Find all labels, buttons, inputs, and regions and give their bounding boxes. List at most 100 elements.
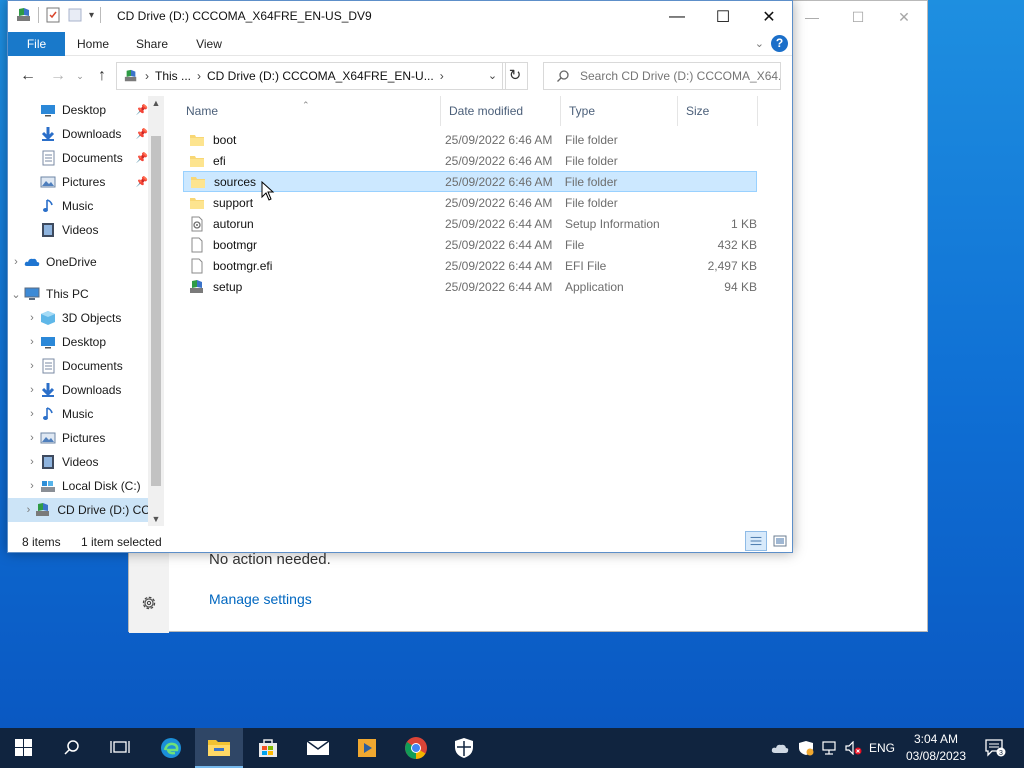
notification-center-button[interactable]: 3 xyxy=(980,728,1010,768)
language-indicator[interactable]: ENG xyxy=(866,728,898,768)
expand-icon[interactable]: › xyxy=(24,360,40,372)
breadcrumb-this-pc[interactable]: This ... xyxy=(155,69,191,83)
manage-settings-link[interactable]: Manage settings xyxy=(209,591,312,607)
tab-file[interactable]: File xyxy=(8,32,65,56)
forward-button[interactable]: → xyxy=(48,66,68,86)
nav-scrollbar[interactable]: ▲ ▼ xyxy=(148,96,164,526)
gear-icon[interactable] xyxy=(140,594,158,612)
nav-item-pc-desktop[interactable]: › Desktop xyxy=(8,330,150,354)
file-type: Setup Information xyxy=(565,216,660,231)
network-tray-icon[interactable] xyxy=(820,728,840,768)
tab-view[interactable]: View xyxy=(190,32,228,56)
nav-item-pc-videos[interactable]: › Videos xyxy=(8,450,150,474)
task-view-button[interactable] xyxy=(96,728,144,768)
nav-item-3d-objects[interactable]: › 3D Objects xyxy=(8,306,150,330)
chevron-right-icon[interactable]: › xyxy=(145,69,149,83)
nav-item-local-disk[interactable]: › Local Disk (C:) xyxy=(8,474,150,498)
onedrive-tray-icon[interactable] xyxy=(770,728,790,768)
taskbar-store[interactable] xyxy=(244,728,292,768)
expand-icon[interactable]: › xyxy=(24,480,40,492)
expand-icon[interactable]: › xyxy=(24,336,40,348)
file-row-boot[interactable]: boot 25/09/2022 6:46 AM File folder xyxy=(183,129,757,150)
nav-item-music[interactable]: Music xyxy=(8,194,150,218)
breadcrumb-cd-drive[interactable]: CD Drive (D:) CCCOMA_X64FRE_EN-U... xyxy=(207,69,434,83)
expand-icon[interactable]: › xyxy=(22,504,36,516)
expand-icon[interactable]: › xyxy=(24,456,40,468)
scroll-up-icon[interactable]: ▲ xyxy=(148,98,164,108)
title-bar[interactable]: ▾ CD Drive (D:) CCCOMA_X64FRE_EN-US_DV9 … xyxy=(8,1,792,32)
details-view-icon[interactable] xyxy=(745,531,767,551)
search-input[interactable] xyxy=(580,69,780,83)
file-row-bootmgr-efi[interactable]: bootmgr.efi 25/09/2022 6:44 AM EFI File … xyxy=(183,255,757,276)
security-tray-icon[interactable] xyxy=(796,728,816,768)
chevron-right-icon[interactable]: › xyxy=(197,69,201,83)
close-icon[interactable]: ✕ xyxy=(881,1,927,33)
column-date[interactable]: Date modified xyxy=(441,96,561,126)
taskbar-file-explorer[interactable] xyxy=(195,728,243,768)
column-type[interactable]: Type xyxy=(561,96,678,126)
nav-item-pc-pictures[interactable]: › Pictures xyxy=(8,426,150,450)
expand-icon[interactable]: › xyxy=(24,408,40,420)
file-row-autorun[interactable]: autorun 25/09/2022 6:44 AM Setup Informa… xyxy=(183,213,757,234)
close-button[interactable]: ✕ xyxy=(746,1,792,32)
tab-share[interactable]: Share xyxy=(132,32,172,56)
large-icons-view-icon[interactable] xyxy=(770,531,790,551)
help-icon[interactable]: ? xyxy=(771,35,788,52)
taskbar-media-app[interactable] xyxy=(343,728,391,768)
taskbar-security[interactable] xyxy=(440,728,488,768)
chevron-down-icon[interactable]: ▾ xyxy=(89,10,94,21)
nav-item-desktop[interactable]: Desktop 📌 xyxy=(8,98,150,122)
nav-label: Desktop xyxy=(62,335,107,349)
nav-item-videos[interactable]: Videos xyxy=(8,218,150,242)
nav-item-pc-documents[interactable]: › Documents xyxy=(8,354,150,378)
scrollbar-thumb[interactable] xyxy=(151,136,161,486)
nav-item-pc-music[interactable]: › Music xyxy=(8,402,150,426)
maximize-icon[interactable]: ☐ xyxy=(835,1,881,33)
nav-item-documents[interactable]: Documents 📌 xyxy=(8,146,150,170)
scroll-down-icon[interactable]: ▼ xyxy=(148,514,164,524)
taskbar-edge[interactable] xyxy=(147,728,195,768)
nav-item-cd-drive[interactable]: › CD Drive (D:) CC xyxy=(8,498,150,522)
expand-icon[interactable]: › xyxy=(24,432,40,444)
file-name: boot xyxy=(213,132,237,147)
expand-icon[interactable]: › xyxy=(24,384,40,396)
search-button[interactable] xyxy=(48,728,96,768)
refresh-button[interactable]: ↻ xyxy=(502,62,528,90)
file-explorer-window[interactable]: ▾ CD Drive (D:) CCCOMA_X64FRE_EN-US_DV9 … xyxy=(7,0,793,553)
nav-item-pc-downloads[interactable]: › Downloads xyxy=(8,378,150,402)
minimize-button[interactable]: — xyxy=(654,1,700,32)
new-folder-icon[interactable] xyxy=(67,7,83,23)
minimize-icon[interactable]: — xyxy=(789,1,835,33)
up-button[interactable]: ↑ xyxy=(92,66,112,86)
nav-item-downloads[interactable]: Downloads 📌 xyxy=(8,122,150,146)
file-icon xyxy=(191,258,203,273)
column-name[interactable]: ⌃ Name xyxy=(178,96,441,126)
column-size[interactable]: Size xyxy=(678,96,758,126)
start-button[interactable] xyxy=(0,728,48,768)
file-row-bootmgr[interactable]: bootmgr 25/09/2022 6:44 AM File 432 KB xyxy=(183,234,757,255)
nav-item-pictures[interactable]: Pictures 📌 xyxy=(8,170,150,194)
expand-ribbon-icon[interactable]: ⌄ xyxy=(755,37,764,50)
file-row-efi[interactable]: efi 25/09/2022 6:46 AM File folder xyxy=(183,150,757,171)
expand-icon[interactable]: › xyxy=(24,312,40,324)
recent-locations-icon[interactable]: ⌄ xyxy=(70,66,90,86)
quick-access-toolbar: ▾ xyxy=(16,7,102,23)
file-row-setup[interactable]: setup 25/09/2022 6:44 AM Application 94 … xyxy=(183,276,757,297)
properties-icon[interactable] xyxy=(45,7,61,23)
expand-icon[interactable]: › xyxy=(8,256,24,268)
taskbar-chrome[interactable] xyxy=(392,728,440,768)
collapse-icon[interactable]: ⌄ xyxy=(8,288,24,301)
address-bar[interactable]: › This ... › CD Drive (D:) CCCOMA_X64FRE… xyxy=(116,62,506,90)
chevron-right-icon[interactable]: › xyxy=(440,69,444,83)
maximize-button[interactable]: ☐ xyxy=(700,1,746,32)
tab-home[interactable]: Home xyxy=(70,32,116,56)
clock[interactable]: 3:04 AM 03/08/2023 xyxy=(904,731,968,765)
nav-item-onedrive[interactable]: › OneDrive xyxy=(8,250,150,274)
search-box[interactable] xyxy=(543,62,781,90)
volume-tray-icon[interactable] xyxy=(844,728,864,768)
store-icon xyxy=(259,739,277,757)
file-type: File folder xyxy=(564,174,618,189)
nav-item-this-pc[interactable]: ⌄ This PC xyxy=(8,282,150,306)
taskbar-mail[interactable] xyxy=(294,728,342,768)
back-button[interactable]: ← xyxy=(18,66,38,86)
